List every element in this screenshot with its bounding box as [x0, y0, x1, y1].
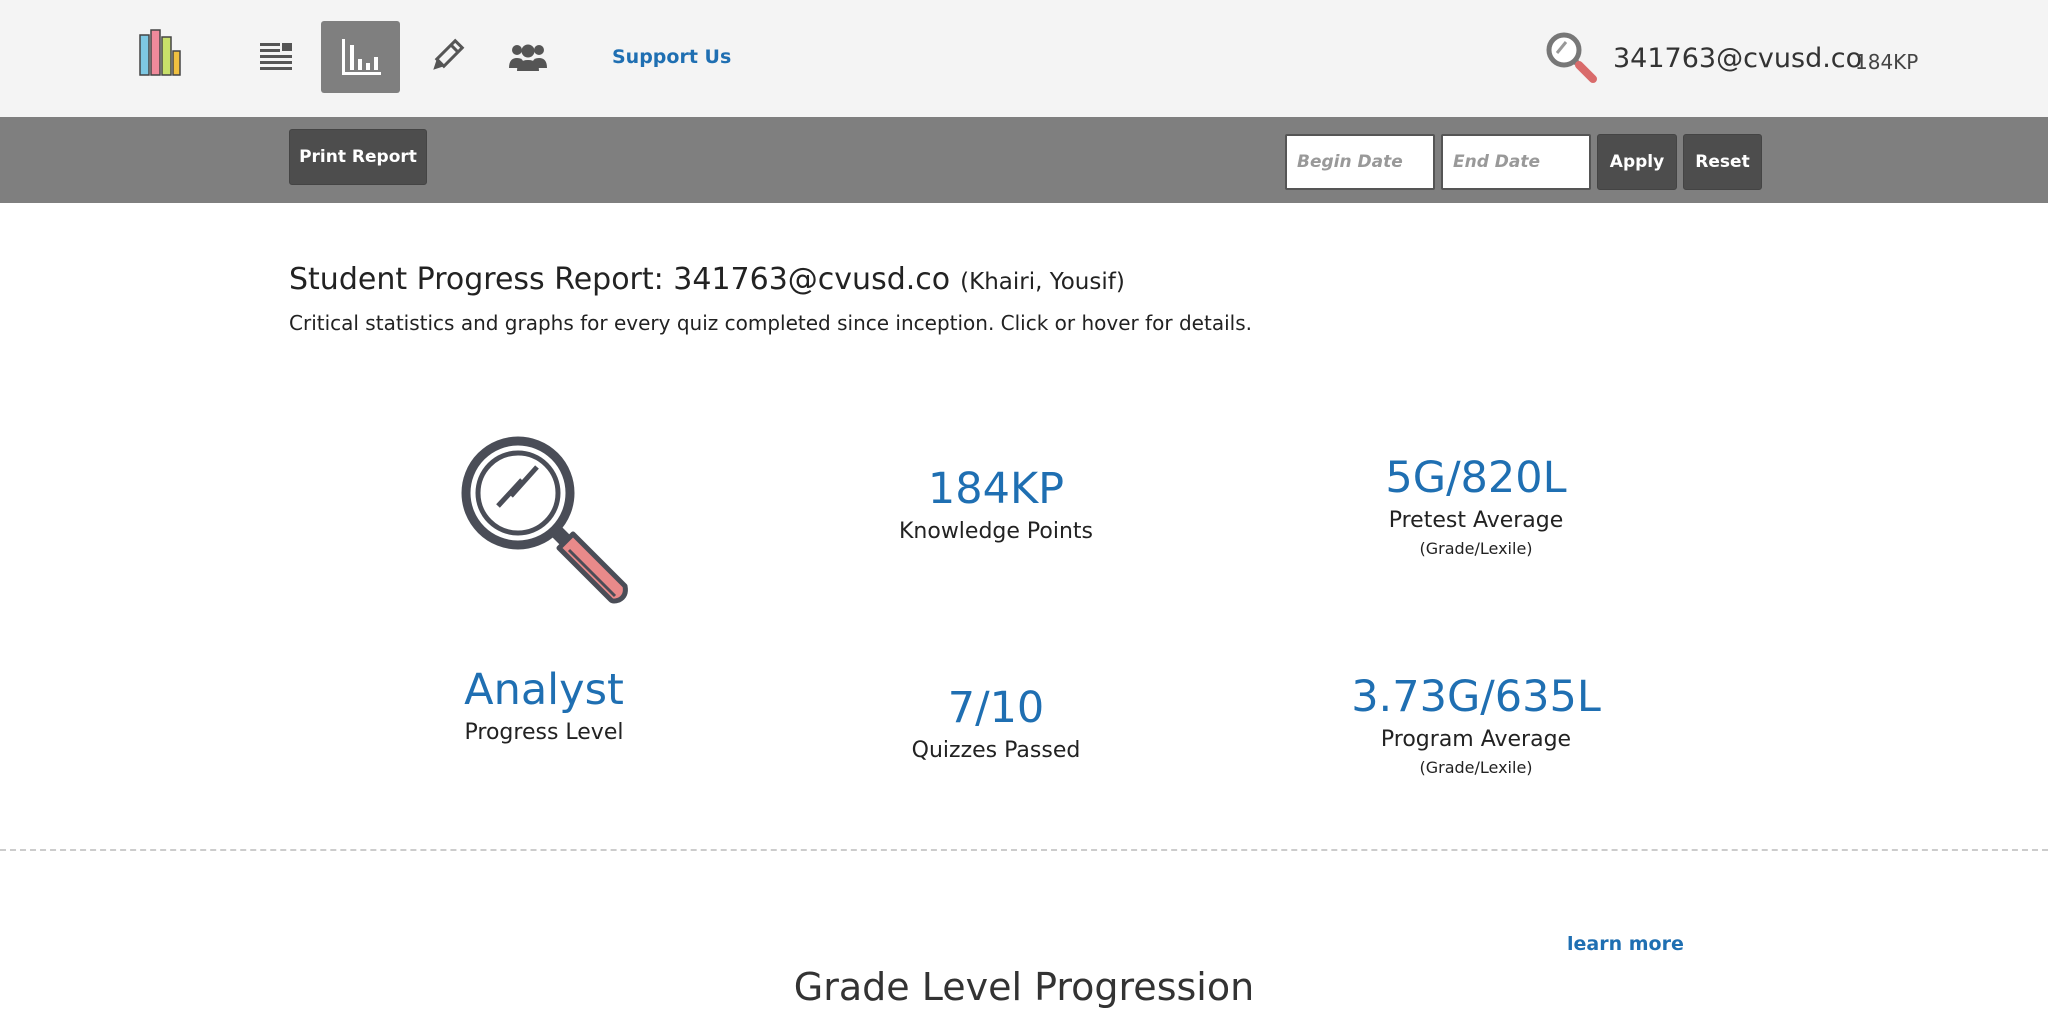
- library-logo-icon[interactable]: [138, 29, 192, 77]
- bar-chart-icon[interactable]: [321, 21, 400, 93]
- group-icon[interactable]: [488, 21, 567, 93]
- stat-progress-level[interactable]: Analyst Progress Level: [334, 665, 754, 746]
- stat-sublabel: (Grade/Lexile): [1419, 758, 1533, 778]
- stat-value: 7/10: [947, 683, 1045, 733]
- section-title: Grade Level Progression: [793, 965, 1255, 1009]
- print-report-button[interactable]: Print Report: [289, 129, 427, 185]
- search-icon[interactable]: [1543, 29, 1599, 85]
- report-title-text: Student Progress Report: 341763@cvusd.co: [289, 262, 951, 297]
- stat-label: Progress Level: [464, 720, 624, 746]
- stat-label: Knowledge Points: [898, 519, 1093, 545]
- stat-quizzes-passed[interactable]: 7/10 Quizzes Passed: [786, 683, 1206, 764]
- knowledge-points-badge: 184KP: [1855, 50, 1919, 74]
- page-title: Student Progress Report: 341763@cvusd.co…: [289, 262, 1125, 297]
- stat-label: Pretest Average: [1388, 508, 1564, 534]
- stat-value: 5G/820L: [1385, 453, 1567, 503]
- stat-knowledge-points[interactable]: 184KP Knowledge Points: [786, 464, 1206, 545]
- user-id: 341763@cvusd.co: [1613, 43, 1863, 74]
- stat-label: Program Average: [1380, 727, 1572, 753]
- stat-pretest-average[interactable]: 5G/820L Pretest Average (Grade/Lexile): [1266, 453, 1686, 559]
- section-divider: [0, 849, 2048, 851]
- pencil-icon[interactable]: [406, 21, 485, 93]
- stat-value: Analyst: [464, 665, 624, 715]
- report-toolbar: Print Report Apply Reset: [0, 117, 2048, 203]
- stat-program-average[interactable]: 3.73G/635L Program Average (Grade/Lexile…: [1266, 672, 1686, 778]
- page-subtitle: Critical statistics and graphs for every…: [289, 311, 1252, 335]
- top-navigation: Support Us 341763@cvusd.co 184KP: [0, 0, 2048, 117]
- begin-date-input[interactable]: [1285, 134, 1435, 190]
- learn-more-link[interactable]: learn more: [1567, 933, 1684, 955]
- end-date-input[interactable]: [1441, 134, 1591, 190]
- analyst-magnifier-icon: [455, 430, 635, 610]
- reset-button[interactable]: Reset: [1683, 134, 1762, 190]
- stat-label: Quizzes Passed: [911, 738, 1081, 764]
- stat-value: 184KP: [927, 464, 1065, 514]
- stat-value: 3.73G/635L: [1351, 672, 1601, 722]
- student-name: (Khairi, Yousif): [960, 269, 1125, 295]
- support-us-link[interactable]: Support Us: [612, 46, 731, 68]
- stat-sublabel: (Grade/Lexile): [1419, 539, 1533, 559]
- list-icon[interactable]: [236, 21, 315, 93]
- apply-button[interactable]: Apply: [1597, 134, 1677, 190]
